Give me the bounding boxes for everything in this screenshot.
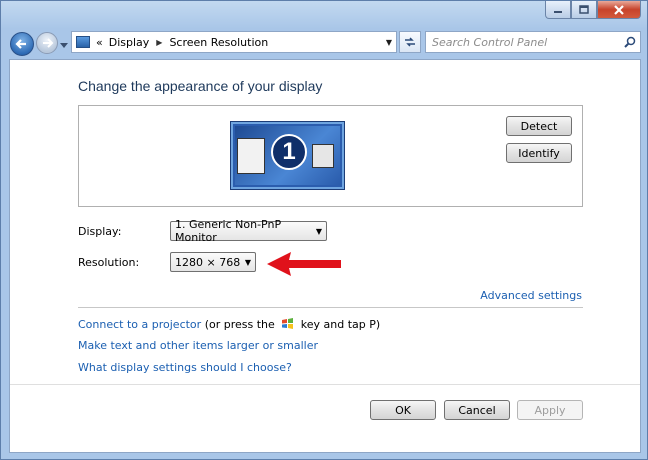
breadcrumb: « Display ▶ Screen Resolution — [96, 36, 268, 49]
control-panel-icon — [76, 36, 90, 48]
recent-pages-dropdown[interactable] — [60, 39, 68, 52]
projector-text: (or press the — [204, 318, 275, 331]
window-frame: « Display ▶ Screen Resolution ▼ Search C… — [0, 0, 648, 460]
content-pane: Change the appearance of your display 1 … — [9, 59, 641, 453]
resolution-select-value: 1280 × 768 — [175, 255, 241, 269]
detect-button[interactable]: Detect — [506, 116, 572, 136]
window-thumbnail — [237, 138, 265, 174]
projector-line: Connect to a projector (or press the key… — [78, 318, 380, 331]
forward-arrow-icon — [43, 38, 54, 48]
windows-logo-icon — [282, 318, 294, 329]
breadcrumb-overflow[interactable]: « — [96, 36, 103, 49]
display-settings-help-link[interactable]: What display settings should I choose? — [78, 361, 292, 374]
resolution-select[interactable]: 1280 × 768 ▼ — [170, 252, 256, 272]
advanced-settings-link[interactable]: Advanced settings — [480, 289, 582, 302]
maximize-button[interactable] — [571, 1, 597, 19]
cancel-button[interactable]: Cancel — [444, 400, 510, 420]
refresh-icon — [405, 37, 415, 47]
connect-projector-link[interactable]: Connect to a projector — [78, 318, 201, 331]
display-select-value: 1. Generic Non-PnP Monitor — [175, 218, 282, 244]
text-size-link[interactable]: Make text and other items larger or smal… — [78, 339, 318, 352]
apply-button[interactable]: Apply — [517, 400, 583, 420]
page-title: Change the appearance of your display — [78, 78, 323, 94]
display-label: Display: — [78, 225, 122, 238]
projector-text-2: key and tap P) — [300, 318, 381, 331]
display-select[interactable]: 1. Generic Non-PnP Monitor ▼ — [170, 218, 327, 244]
forward-button[interactable] — [36, 32, 58, 54]
back-arrow-icon — [15, 39, 26, 49]
breadcrumb-display[interactable]: Display — [109, 36, 150, 49]
close-button[interactable] — [597, 1, 641, 19]
chevron-down-icon: ▼ — [244, 257, 251, 267]
breadcrumb-screen-resolution[interactable]: Screen Resolution — [169, 36, 268, 49]
refresh-button[interactable] — [399, 31, 421, 53]
address-bar[interactable]: « Display ▶ Screen Resolution ▼ — [71, 31, 397, 53]
back-button[interactable] — [10, 32, 34, 56]
monitor-thumbnail[interactable]: 1 — [231, 122, 344, 189]
display-preview: 1 Detect Identify — [78, 105, 583, 207]
address-dropdown-icon[interactable]: ▼ — [386, 38, 392, 47]
red-arrow-annotation — [267, 252, 341, 276]
caption-buttons — [545, 1, 641, 21]
minimize-icon — [554, 10, 562, 13]
search-icon[interactable] — [624, 36, 636, 48]
monitor-number: 1 — [271, 134, 307, 170]
search-box[interactable]: Search Control Panel — [425, 31, 641, 53]
close-icon — [614, 4, 624, 15]
search-input[interactable]: Search Control Panel — [432, 36, 547, 49]
minimize-button[interactable] — [545, 1, 571, 19]
divider — [78, 307, 583, 308]
window-thumbnail-2 — [312, 144, 334, 168]
chevron-right-icon[interactable]: ▶ — [156, 38, 162, 47]
ok-button[interactable]: OK — [370, 400, 436, 420]
footer-divider — [10, 384, 640, 385]
resolution-label: Resolution: — [78, 256, 140, 269]
maximize-icon — [579, 5, 589, 14]
chevron-down-icon — [60, 43, 68, 48]
chevron-down-icon: ▼ — [315, 226, 322, 236]
identify-button[interactable]: Identify — [506, 143, 572, 163]
